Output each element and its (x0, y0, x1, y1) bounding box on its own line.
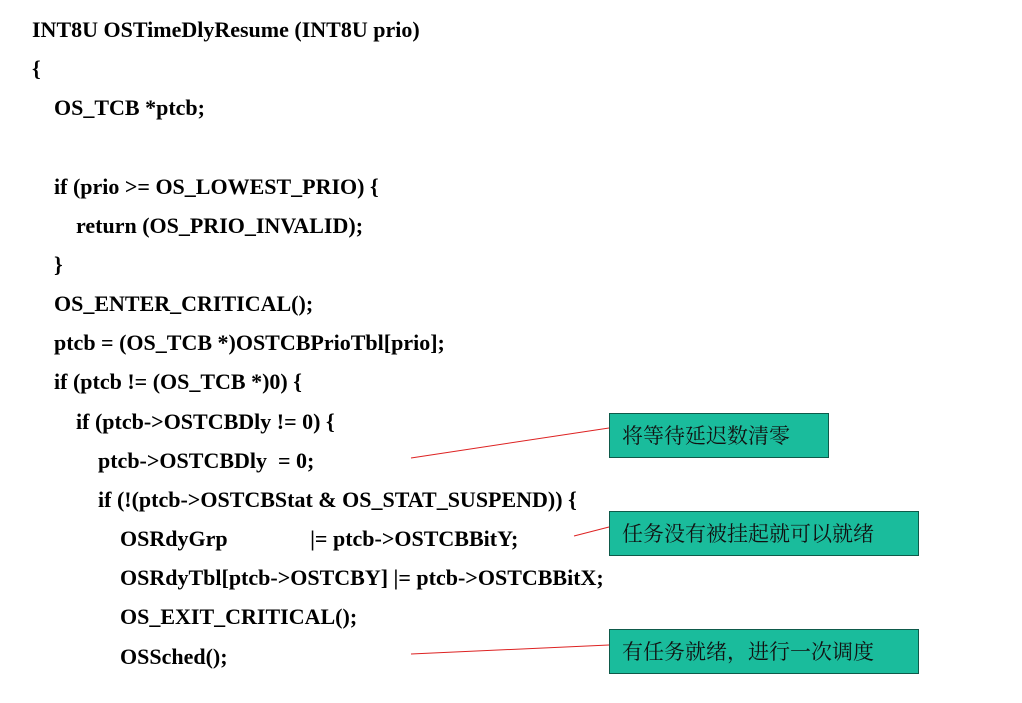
callout-not-suspended-ready: 任务没有被挂起就可以就绪 (609, 511, 919, 556)
callout-schedule-once: 有任务就绪，进行一次调度 (609, 629, 919, 674)
code-block: INT8U OSTimeDlyResume (INT8U prio) { OS_… (32, 10, 1012, 676)
code-lines: INT8U OSTimeDlyResume (INT8U prio) { OS_… (32, 10, 1012, 676)
callout-clear-delay: 将等待延迟数清零 (609, 413, 829, 458)
